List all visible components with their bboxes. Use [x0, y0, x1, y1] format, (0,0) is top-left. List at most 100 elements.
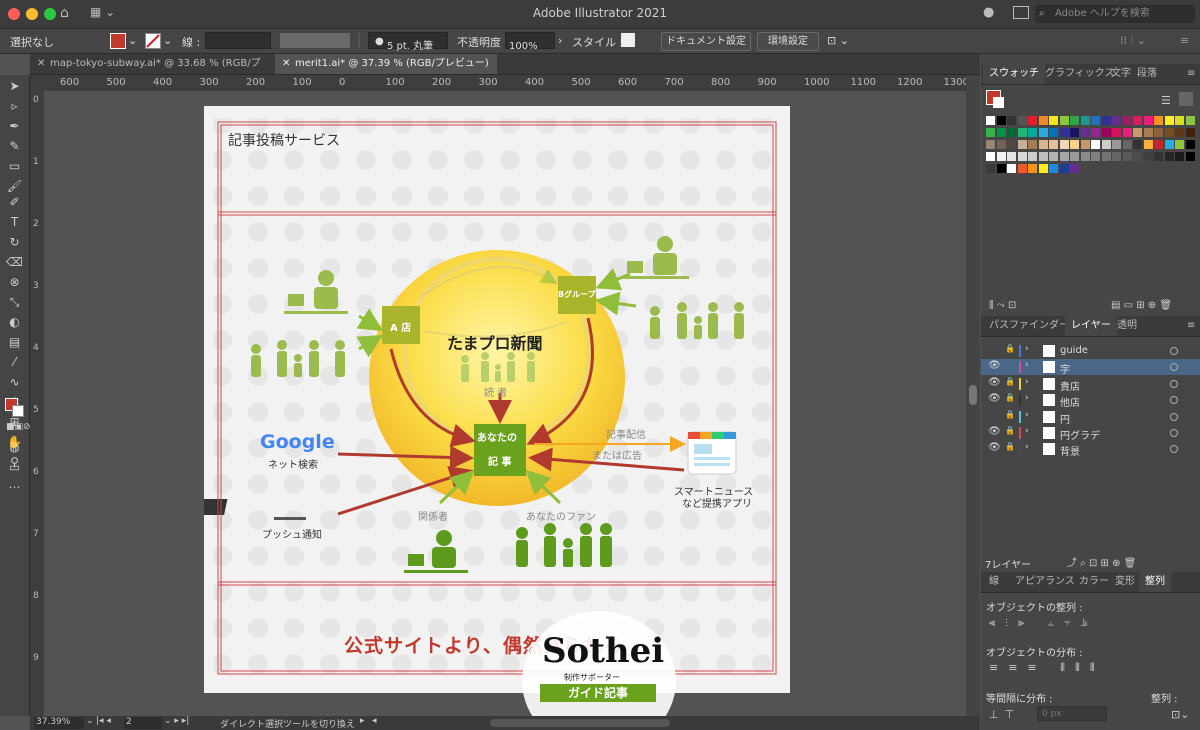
swatch[interactable] [996, 164, 1006, 173]
preferences-button[interactable]: 環境設定 [757, 32, 819, 51]
target-icon[interactable] [1170, 396, 1178, 405]
swatch[interactable] [1133, 116, 1142, 125]
stroke-swatch[interactable] [993, 97, 1004, 108]
align-toolbar-icon[interactable]: ⁞⁞ ⫶ ⌄ [1120, 34, 1146, 48]
first-artboard-icon[interactable]: |◂ ◂ [96, 716, 111, 726]
layer-actions-icons[interactable]: ⤴ ⌕ ⊡ ⊞ ⊕ 🗑 [1067, 554, 1136, 569]
tab-map-tokyo-subway[interactable]: ✕ map-tokyo-subway.ai* @ 33.68 % (RGB/プレ… [30, 54, 270, 89]
expand-icon[interactable]: › [1025, 393, 1029, 403]
rectangle-tool-icon[interactable]: ▭ [6, 159, 23, 174]
chevron-right-icon[interactable]: › [558, 34, 562, 47]
swatch[interactable] [1122, 140, 1132, 149]
lock-icon[interactable]: 🔒 [1005, 393, 1015, 402]
swatch[interactable] [1143, 116, 1153, 125]
stroke-color-swatch[interactable] [12, 405, 24, 417]
swatch[interactable] [1091, 128, 1100, 137]
swatch[interactable] [1175, 152, 1184, 161]
target-icon[interactable] [1170, 379, 1178, 388]
swatch[interactable] [1164, 140, 1174, 149]
layer-row[interactable]: 👁 🔒 › 貴店 [981, 376, 1200, 393]
shape-builder-tool-icon[interactable]: ◐ [6, 315, 23, 330]
tab-swatches[interactable]: スウォッチ [983, 64, 1045, 84]
arrange-icon[interactable]: ⊡ ⌄ [827, 34, 849, 47]
artboard[interactable]: 記事投稿サービス たまプロ新聞 A 店 Bグループ 読 者 あなたの 記 事 G… [204, 106, 790, 693]
swatch[interactable] [1038, 140, 1048, 149]
swatch[interactable] [1080, 128, 1090, 137]
tab-appearance[interactable]: アピアランス [1009, 572, 1081, 592]
list-view-icon[interactable]: ☰ [1161, 94, 1171, 107]
swatch[interactable] [1164, 116, 1174, 125]
eye-icon[interactable]: 👁 [988, 360, 1001, 371]
ruler-origin[interactable] [30, 75, 44, 91]
swatch[interactable] [1017, 140, 1027, 149]
panel-toggle-icon[interactable] [1013, 6, 1029, 19]
swatch[interactable] [1038, 164, 1048, 173]
target-icon[interactable] [1170, 363, 1178, 372]
zoom-field[interactable]: 37.39% [34, 717, 84, 729]
layer-row[interactable]: 👁 🔒 › 他店 [981, 392, 1200, 409]
horizontal-scroll-thumb[interactable] [490, 719, 670, 727]
tab-paragraph[interactable]: 段落 [1131, 64, 1163, 84]
eraser-tool-icon[interactable]: ⌫ [6, 255, 23, 270]
swatch[interactable] [1154, 128, 1163, 137]
stroke-color-swatch[interactable] [145, 33, 161, 49]
account-icon[interactable]: ● [983, 5, 994, 20]
swatch[interactable] [1112, 140, 1121, 149]
swatch[interactable] [1080, 140, 1090, 149]
close-icon[interactable]: ✕ [282, 54, 290, 74]
swatch[interactable] [1185, 116, 1195, 125]
vertical-ruler[interactable]: 0 1 2 3 4 5 6 7 8 9 [30, 91, 45, 716]
swatch[interactable] [1049, 140, 1058, 149]
swatch[interactable] [1028, 152, 1037, 161]
layer-row[interactable]: 👁 🔒 › 円グラデ [981, 425, 1200, 442]
swatch[interactable] [1154, 116, 1163, 125]
swatch[interactable] [1091, 152, 1100, 161]
swatch[interactable] [1101, 116, 1111, 125]
tab-align[interactable]: 整列 [1139, 572, 1171, 592]
swatch[interactable] [1122, 152, 1132, 161]
swatch-library-icon[interactable]: ⫼ ⤳ ⊡ [989, 300, 1016, 311]
tab-transparency[interactable]: 透明 [1111, 316, 1143, 336]
opacity-field[interactable]: 100% [505, 32, 555, 52]
next-artboard-icon[interactable]: ⌄ ▸ ▸| [164, 716, 189, 726]
swatch-actions-icons[interactable]: ▤ ▭ ⊞ ⊕ 🗑 [1111, 300, 1172, 311]
swatch[interactable] [1059, 164, 1069, 173]
swatch[interactable] [1017, 116, 1027, 125]
swatch[interactable] [1143, 152, 1153, 161]
swatch[interactable] [1007, 128, 1016, 137]
swatch[interactable] [1070, 140, 1079, 149]
eye-icon[interactable]: 👁 [988, 426, 1001, 437]
graphic-style-swatch[interactable] [621, 33, 635, 47]
swatch[interactable] [986, 128, 995, 137]
swatch[interactable] [996, 152, 1006, 161]
expand-icon[interactable]: › [1025, 426, 1029, 436]
swatch[interactable] [1143, 128, 1153, 137]
swatch[interactable] [1133, 140, 1142, 149]
selection-tool-icon[interactable]: ➤ [6, 79, 23, 94]
swatch[interactable] [1091, 116, 1100, 125]
swatch[interactable] [986, 140, 995, 149]
color-mode-icons[interactable]: ■▣⊘ [6, 420, 31, 435]
expand-icon[interactable]: › [1025, 410, 1029, 420]
swatch[interactable] [1007, 140, 1016, 149]
canvas[interactable]: 記事投稿サービス たまプロ新聞 A 店 Bグループ 読 者 あなたの 記 事 G… [44, 91, 966, 716]
stroke-weight-field[interactable] [205, 32, 271, 49]
swatch[interactable] [1133, 152, 1142, 161]
close-icon[interactable]: ✕ [37, 54, 45, 74]
help-search-input[interactable]: ⌕ Adobe ヘルプを検索 [1035, 5, 1195, 23]
lock-icon[interactable]: 🔒 [1005, 344, 1015, 353]
swatch[interactable] [1101, 140, 1111, 149]
swatch[interactable] [1038, 128, 1048, 137]
swatch[interactable] [1059, 140, 1069, 149]
eyedropper-tool-icon[interactable]: ⁄ [6, 355, 23, 370]
equal-spacing-buttons[interactable]: ⊥⊤ [989, 708, 1020, 721]
layer-row[interactable]: 👁 🔒 › 背景 [981, 441, 1200, 458]
document-setup-button[interactable]: ドキュメント設定 [661, 32, 751, 51]
target-icon[interactable] [1170, 445, 1178, 454]
swatch[interactable] [1007, 152, 1016, 161]
layer-row[interactable]: 👁 › 字 [981, 359, 1200, 376]
tab-layers[interactable]: レイヤー [1065, 316, 1117, 336]
swatch[interactable] [1091, 140, 1100, 149]
distribute-object-buttons[interactable]: ≡≡≡ ⦀⦀⦀ [989, 661, 1105, 675]
swatch[interactable] [996, 128, 1006, 137]
